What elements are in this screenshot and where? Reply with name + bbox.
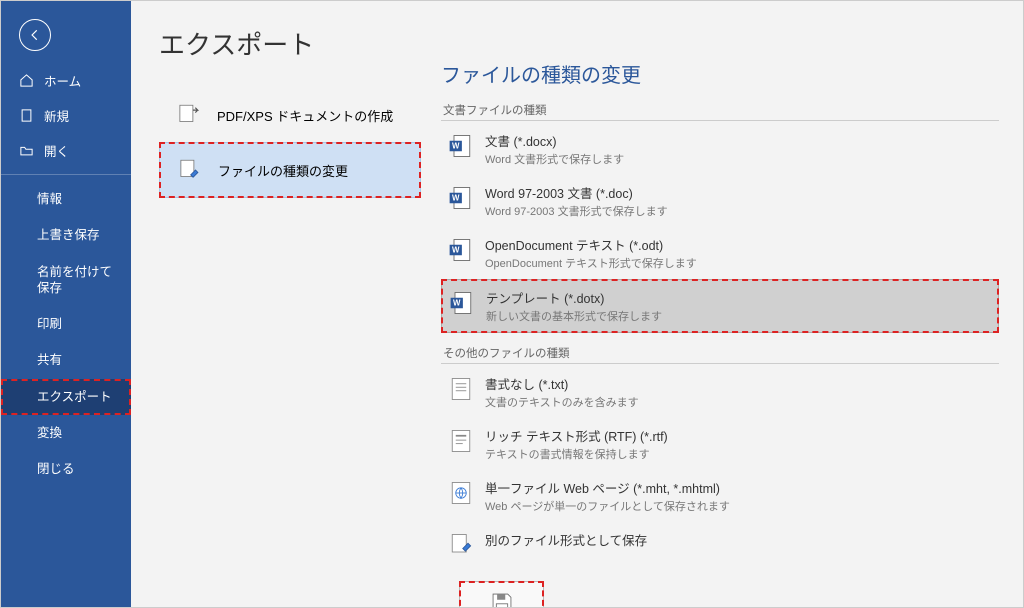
svg-text:W: W bbox=[452, 194, 460, 203]
file-type-desc: Word 文書形式で保存します bbox=[485, 151, 624, 167]
page-title: エクスポート bbox=[159, 25, 421, 62]
word-template-icon: W bbox=[448, 289, 476, 317]
text-file-icon bbox=[447, 375, 475, 403]
web-page-icon bbox=[447, 479, 475, 507]
rtf-file-icon bbox=[447, 427, 475, 455]
word-doc-icon: W bbox=[447, 236, 475, 264]
file-type-desc: 新しい文書の基本形式で保存します bbox=[486, 308, 662, 324]
nav-export[interactable]: エクスポート bbox=[1, 379, 131, 415]
nav-close[interactable]: 閉じる bbox=[1, 451, 131, 487]
nav-label: ホーム bbox=[44, 71, 81, 90]
file-type-title: リッチ テキスト形式 (RTF) (*.rtf) bbox=[485, 426, 668, 445]
file-type-title: Word 97-2003 文書 (*.doc) bbox=[485, 183, 668, 202]
back-arrow-icon bbox=[28, 28, 42, 42]
file-type-desc: Word 97-2003 文書形式で保存します bbox=[485, 203, 668, 219]
file-type-list-documents: W 文書 (*.docx) Word 文書形式で保存します W Word 97-… bbox=[441, 123, 999, 333]
group-label-documents: 文書ファイルの種類 bbox=[441, 98, 999, 121]
svg-text:W: W bbox=[452, 142, 460, 151]
word-doc-icon: W bbox=[447, 132, 475, 160]
nav-print[interactable]: 印刷 bbox=[1, 306, 131, 342]
word-doc-icon: W bbox=[447, 184, 475, 212]
file-type-desc: テキストの書式情報を保持します bbox=[485, 446, 668, 462]
file-type-title: テンプレート (*.dotx) bbox=[486, 288, 662, 307]
file-type-title: OpenDocument テキスト (*.odt) bbox=[485, 235, 697, 254]
export-option-pdf-xps[interactable]: PDF/XPS ドキュメントの作成 bbox=[159, 88, 421, 142]
nav-label: 新規 bbox=[44, 106, 69, 125]
home-icon bbox=[19, 73, 34, 88]
file-type-title: 別のファイル形式として保存 bbox=[485, 530, 647, 549]
export-option-label: PDF/XPS ドキュメントの作成 bbox=[217, 106, 393, 125]
file-type-rtf[interactable]: リッチ テキスト形式 (RTF) (*.rtf) テキストの書式情報を保持します bbox=[441, 418, 999, 470]
nav-label: 開く bbox=[44, 141, 69, 160]
nav-save-as[interactable]: 名前を付けて保存 bbox=[1, 254, 131, 307]
file-type-title: 書式なし (*.txt) bbox=[485, 374, 639, 393]
file-type-doc[interactable]: W Word 97-2003 文書 (*.doc) Word 97-2003 文… bbox=[441, 175, 999, 227]
file-type-list-other: 書式なし (*.txt) 文書のテキストのみを含みます リッチ テキスト形式 (… bbox=[441, 366, 999, 567]
nav-share[interactable]: 共有 bbox=[1, 342, 131, 378]
svg-text:W: W bbox=[452, 246, 460, 255]
export-option-change-file-type[interactable]: ファイルの種類の変更 bbox=[159, 142, 421, 198]
panel-title: ファイルの種類の変更 bbox=[441, 59, 999, 88]
file-type-txt[interactable]: 書式なし (*.txt) 文書のテキストのみを含みます bbox=[441, 366, 999, 418]
export-options-column: エクスポート PDF/XPS ドキュメントの作成 ファイルの種類の変更 bbox=[131, 1, 421, 607]
folder-open-icon bbox=[19, 143, 34, 158]
file-type-odt[interactable]: W OpenDocument テキスト (*.odt) OpenDocument… bbox=[441, 227, 999, 279]
backstage-view: ホーム 新規 開く 情報 上書き保存 名前を付けて保存 印刷 共有 エクスポート… bbox=[0, 0, 1024, 608]
file-type-other[interactable]: 別のファイル形式として保存 bbox=[441, 522, 999, 567]
nav-divider bbox=[1, 174, 131, 175]
new-doc-icon bbox=[19, 108, 34, 123]
backstage-sidebar: ホーム 新規 開く 情報 上書き保存 名前を付けて保存 印刷 共有 エクスポート… bbox=[1, 1, 131, 607]
nav-open[interactable]: 開く bbox=[1, 133, 131, 168]
backstage-main: エクスポート PDF/XPS ドキュメントの作成 ファイルの種類の変更 ファイル… bbox=[131, 1, 1023, 607]
back-button[interactable] bbox=[19, 19, 51, 51]
nav-save[interactable]: 上書き保存 bbox=[1, 217, 131, 253]
export-option-label: ファイルの種類の変更 bbox=[218, 161, 348, 180]
file-type-title: 文書 (*.docx) bbox=[485, 131, 624, 150]
file-type-docx[interactable]: W 文書 (*.docx) Word 文書形式で保存します bbox=[441, 123, 999, 175]
file-type-title: 単一ファイル Web ページ (*.mht, *.mhtml) bbox=[485, 478, 730, 497]
file-type-dotx[interactable]: W テンプレート (*.dotx) 新しい文書の基本形式で保存します bbox=[441, 279, 999, 333]
nav-home[interactable]: ホーム bbox=[1, 63, 131, 98]
file-type-mht[interactable]: 単一ファイル Web ページ (*.mht, *.mhtml) Web ページが… bbox=[441, 470, 999, 522]
save-icon bbox=[489, 590, 515, 607]
file-type-panel: ファイルの種類の変更 文書ファイルの種類 W 文書 (*.docx) Word … bbox=[421, 1, 1023, 607]
file-type-desc: 文書のテキストのみを含みます bbox=[485, 394, 639, 410]
save-as-button[interactable]: 名前を付けて 保存 bbox=[459, 581, 544, 607]
nav-new[interactable]: 新規 bbox=[1, 98, 131, 133]
nav-transform[interactable]: 変換 bbox=[1, 415, 131, 451]
group-label-other: その他のファイルの種類 bbox=[441, 341, 999, 364]
pdf-export-icon bbox=[175, 102, 201, 128]
svg-text:W: W bbox=[453, 299, 461, 308]
file-type-desc: OpenDocument テキスト形式で保存します bbox=[485, 255, 697, 271]
change-file-type-icon bbox=[176, 157, 202, 183]
file-type-desc: Web ページが単一のファイルとして保存されます bbox=[485, 498, 730, 514]
nav-info[interactable]: 情報 bbox=[1, 181, 131, 217]
save-as-other-icon bbox=[447, 531, 475, 559]
